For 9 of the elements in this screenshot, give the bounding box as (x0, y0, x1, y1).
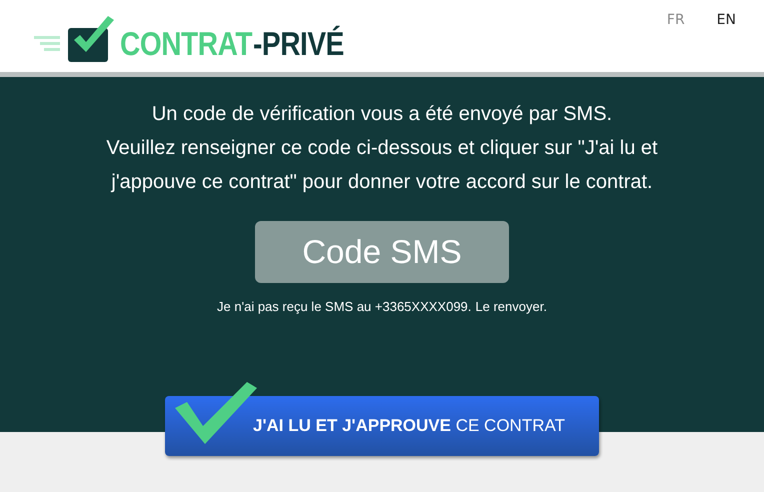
language-link[interactable]: EN (716, 12, 736, 28)
approve-button[interactable]: J'AI LU ET J'APPROUVE CE CONTRAT (165, 396, 599, 456)
sms-code-field[interactable]: Code SMS (255, 221, 509, 283)
resend-link[interactable]: Le renvoyer. (475, 299, 547, 314)
logo-text: -PRIVÉ (253, 26, 344, 62)
logo-text: CONTRAT (120, 26, 252, 62)
checkbox-logo-icon (34, 16, 116, 62)
instruction-text: Un code de vérification vous a été envoyé par SMS. Veuillez renseigner ce code ci-dessous et cliquer sur "J'ai lu et j'appouve ce contrat" pour donner votre accord sur le contrat. (106, 102, 658, 195)
resend-text: Je n'ai pas reçu le SMS au +3365XXXX099. (217, 299, 472, 314)
